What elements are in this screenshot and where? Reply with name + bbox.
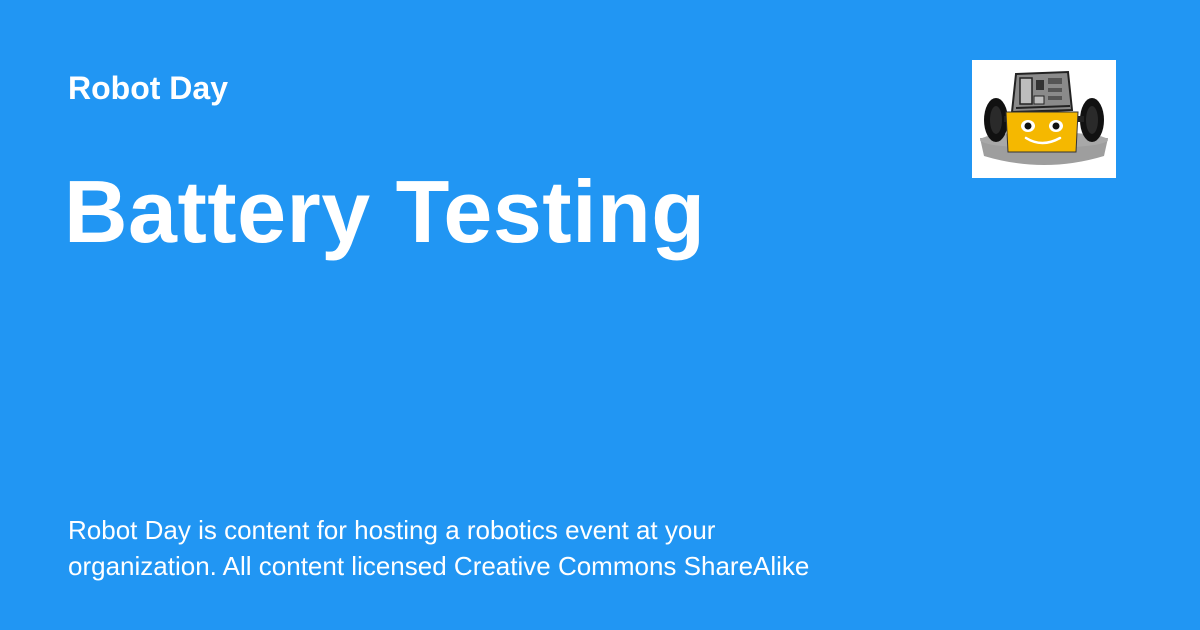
description-line-1: Robot Day is content for hosting a robot… — [68, 515, 716, 545]
page-title: Battery Testing — [64, 162, 706, 261]
site-name: Robot Day — [68, 70, 228, 106]
site-description: Robot Day is content for hosting a robot… — [68, 512, 928, 584]
description-line-2: organization. All content licensed Creat… — [68, 551, 810, 581]
robot-logo-icon — [980, 70, 1108, 165]
social-card: Robot Day Battery Testing Robot Day is c… — [0, 0, 1200, 630]
logo — [972, 60, 1116, 178]
